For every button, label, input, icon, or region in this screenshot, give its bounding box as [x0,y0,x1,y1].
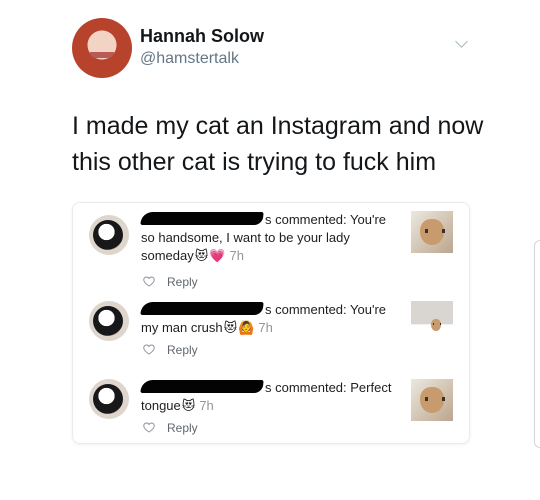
author-name[interactable]: Hannah Solow [140,26,264,47]
comment-text: s commented: You're so handsome, I want … [140,211,396,265]
redacted-username [140,380,264,393]
pink-heart-emoji: 💗 [209,248,226,263]
tweet-text: I made my cat an Instagram and now this … [72,112,484,176]
comment-avatar[interactable] [89,301,129,341]
comment-avatar[interactable] [89,215,129,255]
reply-link[interactable]: Reply [167,343,198,357]
comment-body: tongue [141,398,181,413]
comment-text: s commented: Perfect tongue😻 7h [140,379,396,415]
heart-outline-icon[interactable] [143,344,155,355]
comment-body: my man crush [141,320,223,335]
redacted-username [140,302,264,315]
comment-prefix: s commented: You're [265,302,386,317]
embedded-instagram-comments: s commented: You're so handsome, I want … [72,202,470,444]
comment-time: 7h [258,320,273,335]
comment-body: so handsome, I want to be your lady some… [141,230,350,263]
reply-link[interactable]: Reply [167,275,198,289]
avatar[interactable] [72,18,132,78]
cat-heart-eyes-emoji: 😻 [223,320,238,335]
author-handle[interactable]: @hamstertalk [140,50,239,68]
reply-link[interactable]: Reply [167,421,198,435]
comment-prefix: s commented: You're [265,212,386,227]
post-thumbnail[interactable] [411,211,453,253]
redacted-username [140,212,264,225]
cat-heart-eyes-emoji: 😻 [194,248,209,263]
tweet-header: Hannah Solow @hamstertalk [72,18,492,82]
comment-prefix: s commented: Perfect [265,380,392,395]
cat-heart-eyes-emoji: 😻 [181,398,196,413]
heart-outline-icon[interactable] [143,276,155,287]
post-thumbnail[interactable] [411,379,453,421]
comment-avatar[interactable] [89,379,129,419]
heart-outline-icon[interactable] [143,422,155,433]
chevron-down-icon[interactable] [455,35,468,48]
comment-time: 7h [229,248,244,263]
gesture-ok-emoji: 🙆 [238,320,255,335]
right-edge-bracket [534,240,540,448]
comment-text: s commented: You're my man crush😻🙆 7h [140,301,396,337]
post-thumbnail[interactable] [411,301,453,343]
comment-time: 7h [199,398,214,413]
